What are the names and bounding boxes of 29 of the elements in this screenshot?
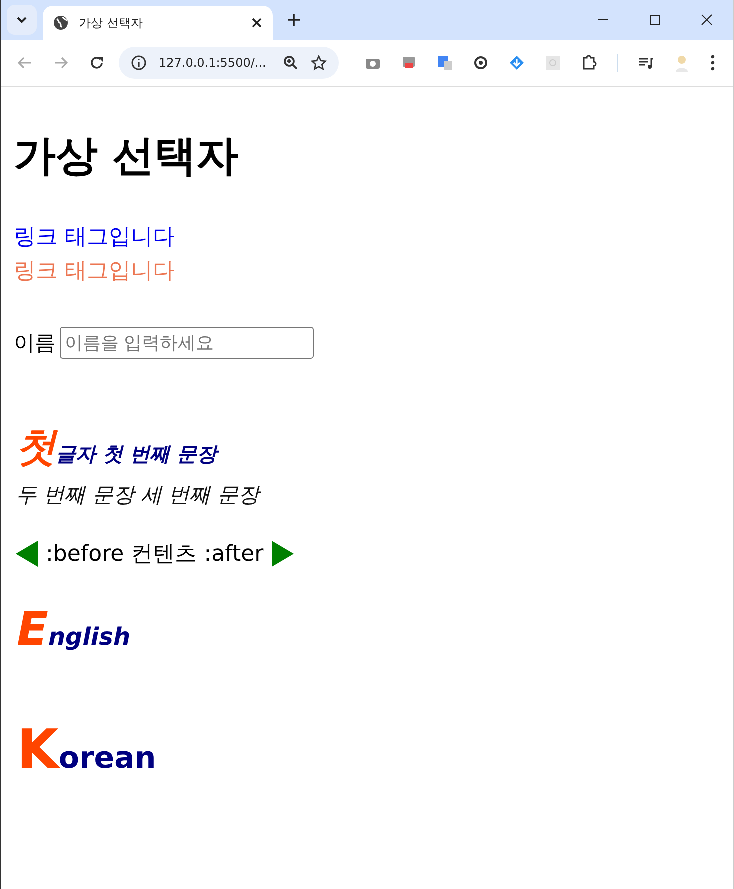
info-icon [131, 55, 147, 71]
download-icon[interactable] [509, 55, 525, 71]
zoom-icon[interactable] [283, 55, 299, 71]
maximize-icon[interactable] [649, 14, 661, 26]
first-letter-word: English [17, 601, 132, 658]
star-icon[interactable] [311, 55, 327, 71]
sentence: 두 번째 문장 세 번째 문장 [16, 482, 262, 509]
name-label: 이름 [14, 330, 56, 357]
right-triangle-icon [272, 541, 294, 567]
reload-icon[interactable] [89, 55, 105, 71]
left-triangle-icon [16, 541, 38, 567]
link[interactable]: 링크 태그입니다 [14, 221, 175, 255]
puzzle-icon[interactable] [581, 55, 597, 71]
address-bar[interactable]: 127.0.0.1:5500/... [119, 47, 339, 79]
new-tab-icon[interactable] [287, 13, 301, 27]
before-after-text: :before 컨텐츠 :after [46, 541, 264, 569]
menu-icon[interactable] [710, 55, 716, 71]
cast-icon[interactable] [401, 55, 417, 71]
first-letter-sentence: 첫글자 첫 번째 문장 [16, 425, 733, 479]
page-heading: 가상 선택자 [14, 130, 240, 182]
tab-search-button[interactable] [7, 5, 37, 35]
globe-icon [53, 15, 69, 31]
tab-title: 가상 선택자 [79, 14, 144, 32]
close-icon[interactable] [701, 14, 713, 26]
name-input-field[interactable]: 이름을 입력하세요 [60, 327, 314, 359]
close-icon[interactable] [251, 17, 263, 29]
translate-icon[interactable] [437, 55, 453, 71]
browser-tab[interactable]: 가상 선택자 [43, 6, 273, 40]
first-letter-word: Korean [17, 717, 158, 783]
